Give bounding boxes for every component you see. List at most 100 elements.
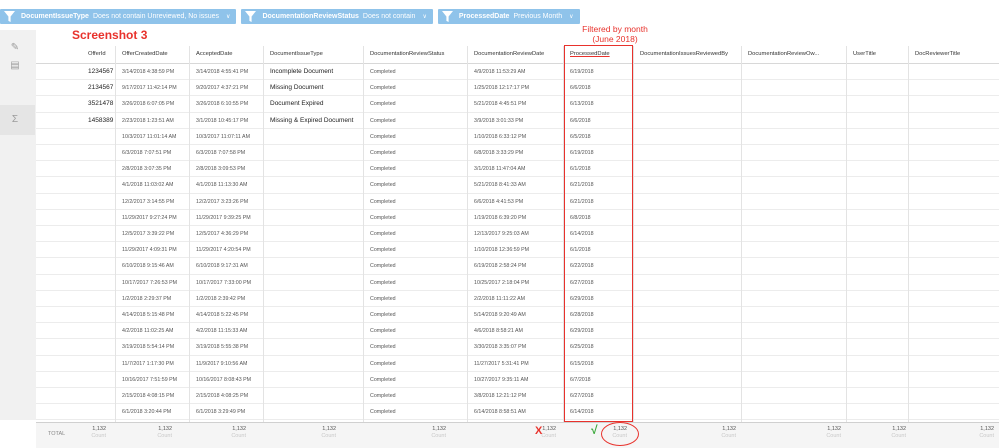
filter-pill[interactable]: DocumentationReviewStatus Does not contai… (241, 9, 433, 24)
table-row[interactable]: 1/2/2018 2:29:37 PM 1/2/2018 2:39:42 PM Co… (36, 291, 999, 307)
column-header[interactable]: OfferId (82, 46, 116, 63)
table-cell (264, 258, 270, 274)
table-cell: 4/1/2018 11:03:02 AM (122, 182, 174, 189)
table-cell (82, 404, 88, 420)
table-row[interactable]: 4/1/2018 11:03:02 AM 4/1/2018 11:13:30 AM… (36, 177, 999, 194)
table-row[interactable]: 6/10/2018 9:15:46 AM 6/10/2018 9:17:31 AM… (36, 258, 999, 275)
table-row[interactable]: 2/8/2018 3:07:35 PM 2/8/2018 3:09:53 PM Co… (36, 161, 999, 178)
chevron-down-icon[interactable]: ∨ (422, 13, 426, 20)
total-value: 1,132 (892, 426, 906, 432)
table-row[interactable]: 6/1/2018 3:20:44 PM 6/1/2018 3:29:49 PM Co… (36, 404, 999, 421)
table-cell: Completed (370, 247, 396, 254)
total-value: 1,132 (158, 426, 172, 432)
table-cell: 9/20/2017 4:37:21 PM (196, 85, 249, 92)
filter-pill[interactable]: ProcessedDate Previous Month ∨ (437, 9, 580, 24)
column-header[interactable]: DocumentationReviewStatus (364, 46, 468, 63)
chevron-down-icon[interactable]: ∨ (569, 13, 573, 20)
table-cell (264, 145, 270, 161)
table-row[interactable]: 3/19/2018 5:54:14 PM 3/19/2018 5:55:38 PM… (36, 339, 999, 356)
table-cell: 1/2/2018 2:39:42 PM (196, 295, 246, 302)
table-row[interactable]: 11/29/2017 4:09:31 PM 11/29/2017 4:20:54 … (36, 242, 999, 259)
table-row[interactable]: 10/3/2017 11:01:14 AM 10/3/2017 11:07:11 … (36, 129, 999, 145)
filter-field: ProcessedDate (458, 13, 510, 20)
table-cell (264, 404, 270, 420)
table-cell: Completed (370, 198, 396, 205)
column-header[interactable]: OfferCreatedDate (116, 46, 190, 63)
table-row[interactable]: 10/17/2017 7:26:53 PM 10/17/2017 7:33:00 … (36, 275, 999, 291)
filter-pill[interactable]: DocumentIssueType Does not contain Unrevi… (0, 9, 237, 24)
table-cell: 6/10/2018 9:15:46 AM (122, 263, 174, 270)
table-cell: 1234567 (88, 68, 114, 75)
clipboard-icon[interactable]: ▤ (9, 60, 21, 72)
column-header[interactable]: DocumentationReviewDate (468, 46, 564, 63)
total-count-cell: 1,132 Count (431, 426, 446, 440)
table-cell: Completed (370, 133, 396, 140)
table-row[interactable]: 11/29/2017 9:27:24 PM 11/29/2017 9:39:25 … (36, 210, 999, 226)
total-value: 1,132 (232, 426, 246, 432)
table-cell: 2134567 (88, 84, 114, 92)
sigma-icon[interactable]: Σ (9, 114, 21, 126)
table-cell: 3/14/2018 4:38:59 PM (122, 69, 175, 75)
table-cell: 11/29/2017 9:27:24 PM (122, 214, 177, 221)
column-header[interactable]: AcceptedDate (190, 46, 264, 63)
column-divider (363, 46, 364, 422)
table-row[interactable]: 2/15/2018 4:08:15 PM 2/15/2018 4:08:25 PM… (36, 388, 999, 405)
table-cell: 1/25/2018 12:17:17 PM (474, 85, 530, 92)
total-value: 1,132 (322, 426, 336, 432)
chevron-down-icon[interactable]: ∨ (226, 13, 230, 20)
table-cell: 2/15/2018 4:08:25 PM (196, 393, 249, 399)
table-row[interactable]: 6/3/2018 7:07:51 PM 6/3/2018 7:07:58 PM Co… (36, 145, 999, 162)
table-cell: 2/8/2018 3:07:35 PM (122, 166, 172, 173)
total-count-cell: 1,132 Count (721, 426, 736, 440)
table-cell (82, 210, 88, 226)
funnel-icon (441, 11, 453, 22)
column-divider (633, 46, 634, 422)
left-toolbar: ✎ ▤ Σ (0, 30, 36, 420)
table-cell: 11/9/2017 9:10:56 AM (196, 360, 248, 367)
table-row[interactable]: 10/16/2017 7:51:59 PM 10/16/2017 8:08:43 … (36, 372, 999, 388)
total-sub-label: Count (891, 433, 906, 439)
table-cell: Completed (370, 214, 396, 221)
table-cell: 11/29/2017 4:20:54 PM (196, 247, 251, 254)
table-cell: 3/1/2018 11:47:04 AM (474, 166, 526, 173)
total-count-cell: 1,132 Count (891, 426, 906, 440)
table-cell: 3/9/2018 3:01:33 PM (474, 117, 524, 124)
table-row[interactable]: 3521478 3/26/2018 6:07:05 PM 3/26/2018 6:1… (36, 96, 999, 113)
column-header[interactable]: DocumentationIssuesReviewedBy (634, 46, 742, 63)
column-header[interactable]: DocumentationReviewOw... (742, 46, 847, 63)
table-row[interactable]: 1458389 2/23/2018 1:23:51 AM 3/1/2018 10:4… (36, 113, 999, 129)
table-row[interactable]: 1234567 3/14/2018 4:38:59 PM 3/14/2018 4:5… (36, 64, 999, 81)
column-header[interactable]: DocReviewerTitle (909, 46, 999, 63)
column-header[interactable]: DocumentIssueType (264, 46, 364, 63)
table-cell (82, 226, 88, 242)
table-row[interactable]: 2134567 9/17/2017 11:42:14 PM 9/20/2017 4:… (36, 80, 999, 97)
table-row[interactable]: 12/2/2017 3:14:55 PM 12/2/2017 3:23:26 PM… (36, 194, 999, 210)
table-row[interactable]: 12/5/2017 3:39:22 PM 12/5/2017 4:36:29 PM… (36, 226, 999, 243)
total-row: TOTAL 1,132 Count 1,132 Count 1,132 Count 1,13… (36, 422, 999, 448)
table-cell (82, 161, 88, 177)
table-cell: Completed (370, 328, 396, 335)
table-row[interactable]: 11/7/2017 1:17:30 PM 11/9/2017 9:10:56 AM… (36, 356, 999, 372)
table-cell: Document Expired (270, 100, 324, 108)
total-sub-label: Count (431, 433, 446, 439)
table-cell: 6/14/2018 8:58:51 AM (474, 409, 526, 416)
table-cell: 2/8/2018 3:09:53 PM (196, 166, 246, 173)
column-header[interactable]: UserTitle (847, 46, 909, 63)
column-divider (263, 46, 264, 422)
table-cell: 3/19/2018 5:54:14 PM (122, 344, 175, 351)
total-highlight-oval (601, 422, 639, 446)
table-cell (82, 145, 88, 161)
table-cell: Completed (370, 344, 396, 351)
table-cell: 6/6/2018 4:41:53 PM (474, 198, 524, 205)
pencil-icon[interactable]: ✎ (9, 42, 21, 54)
filter-note-line1: Filtered by month (582, 24, 648, 34)
grid-header: OfferId OfferCreatedDate AcceptedDate Docum… (36, 46, 999, 64)
table-cell (264, 339, 270, 355)
table-cell: 3/26/2018 6:07:05 PM (122, 101, 175, 108)
table-row[interactable]: 4/14/2018 5:15:48 PM 4/14/2018 5:22:45 PM… (36, 307, 999, 324)
total-sub-label: Count (321, 433, 336, 439)
table-cell (82, 129, 88, 145)
table-cell: Completed (370, 279, 396, 286)
table-row[interactable]: 4/2/2018 11:02:25 AM 4/2/2018 11:15:33 AM… (36, 323, 999, 340)
table-cell (264, 194, 270, 210)
